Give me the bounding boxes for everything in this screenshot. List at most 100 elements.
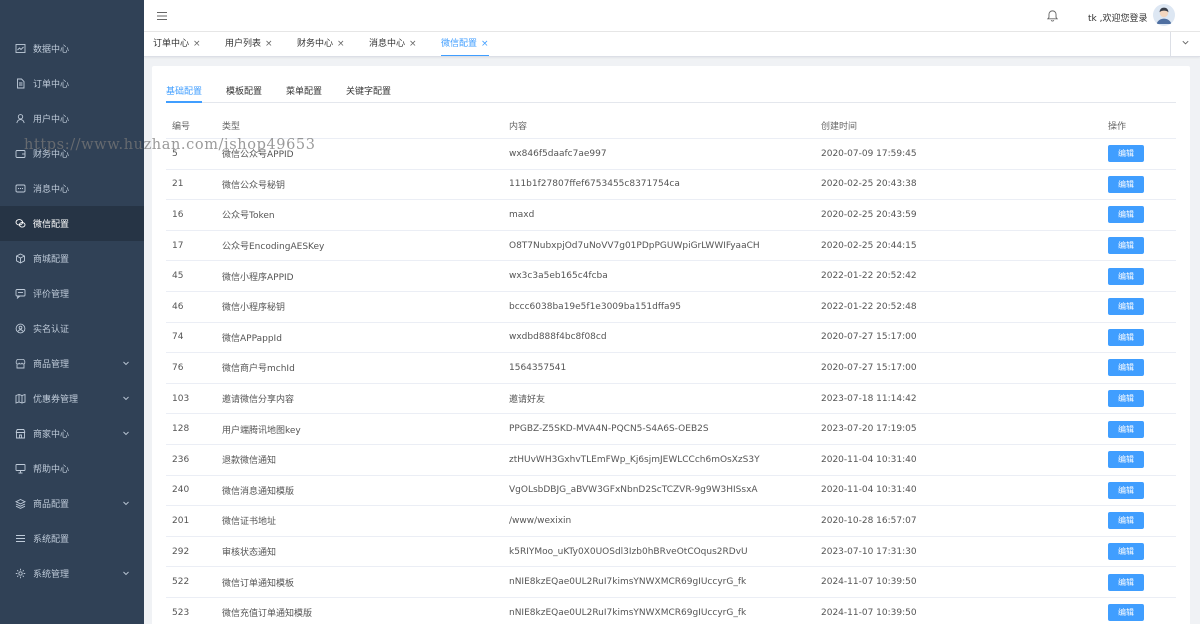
table-row: 16 公众号Token maxd 2020-02-25 20:43:59 编辑	[166, 200, 1176, 231]
cell-created: 2023-07-20 17:19:05	[821, 424, 917, 435]
table-row: 21 微信公众号秘钥 111b1f27807ffef6753455c8371754c…	[166, 170, 1176, 201]
sidebar-item-9[interactable]: 商品管理	[0, 346, 144, 381]
cell-content: 111b1f27807ffef6753455c8371754ca	[509, 179, 680, 190]
subtab-0[interactable]: 基础配置	[166, 84, 203, 103]
chevron-down-icon	[122, 569, 130, 577]
cell-created: 2020-07-09 17:59:45	[821, 148, 917, 159]
tabs-more-dropdown[interactable]	[1170, 32, 1200, 56]
chevron-down-icon	[122, 359, 130, 367]
sidebar-item-label: 实名认证	[33, 325, 70, 335]
edit-button[interactable]: 编辑	[1108, 206, 1144, 224]
sidebar-item-4[interactable]: 消息中心	[0, 171, 144, 206]
cell-created: 2020-02-25 20:43:38	[821, 179, 917, 190]
edit-button[interactable]: 编辑	[1108, 481, 1144, 499]
sidebar-item-13[interactable]: 商品配置	[0, 486, 144, 521]
sidebar-item-label: 优惠券管理	[33, 395, 79, 405]
cell-content: /www/wexixin	[509, 515, 572, 526]
cell-id: 103	[172, 393, 190, 404]
comment-icon	[15, 288, 26, 299]
cell-actions: 编辑	[1108, 261, 1144, 291]
store-icon	[15, 358, 26, 369]
sidebar-item-15[interactable]: 系统管理	[0, 556, 144, 591]
edit-button[interactable]: 编辑	[1108, 390, 1144, 408]
cell-content: ztHUvWH3GxhvTLEmFWp_Kj6sjmJEWLCCch6mOsXz…	[509, 454, 760, 465]
sidebar-item-10[interactable]: 优惠券管理	[0, 381, 144, 416]
table-row: 74 微信APPappId wxdbd888f4bc8f08cd 2020-07-27…	[166, 323, 1176, 354]
cell-content: wxdbd888f4bc8f08cd	[509, 332, 607, 343]
cell-content: k5RIYMoo_uKTy0X0UOSdl3Izb0hBRveOtCOqus2R…	[509, 546, 748, 557]
sidebar-item-0[interactable]: 数据中心	[0, 31, 144, 66]
edit-button[interactable]: 编辑	[1108, 543, 1144, 561]
cell-content: wx846f5daafc7ae997	[509, 148, 607, 159]
cell-actions: 编辑	[1108, 445, 1144, 475]
tab-3[interactable]: 消息中心 ×	[369, 32, 417, 56]
edit-button[interactable]: 编辑	[1108, 573, 1144, 591]
tab-4[interactable]: 微信配置 ×	[441, 32, 489, 56]
sidebar-item-7[interactable]: 评价管理	[0, 276, 144, 311]
edit-button[interactable]: 编辑	[1108, 328, 1144, 346]
sidebar-item-label: 商品配置	[33, 500, 70, 510]
cell-content: 1564357541	[509, 362, 567, 373]
tab-label: 用户列表	[225, 39, 262, 49]
edit-button[interactable]: 编辑	[1108, 512, 1144, 530]
cell-id: 74	[172, 332, 184, 343]
cell-created: 2024-11-07 10:39:50	[821, 607, 917, 618]
table-row: 103 邀请微信分享内容 邀请好友 2023-07-18 11:14:42 编辑	[166, 384, 1176, 415]
cell-actions: 编辑	[1108, 567, 1144, 597]
edit-button[interactable]: 编辑	[1108, 359, 1144, 377]
sidebar-item-8[interactable]: 实名认证	[0, 311, 144, 346]
cell-id: 45	[172, 271, 184, 282]
close-icon[interactable]: ×	[337, 39, 345, 49]
close-icon[interactable]: ×	[409, 39, 417, 49]
table-header-row: 编号 类型 内容 创建时间 操作	[166, 112, 1176, 139]
bell-notification-icon[interactable]	[1046, 9, 1059, 23]
edit-button[interactable]: 编辑	[1108, 175, 1144, 193]
sidebar-item-label: 消息中心	[33, 185, 70, 195]
sidebar-item-2[interactable]: 用户中心	[0, 101, 144, 136]
edit-button[interactable]: 编辑	[1108, 604, 1144, 622]
close-icon[interactable]: ×	[265, 39, 273, 49]
tab-2[interactable]: 财务中心 ×	[297, 32, 345, 56]
subtab-1[interactable]: 模板配置	[226, 84, 262, 103]
tab-label: 订单中心	[153, 39, 190, 49]
subtab-2[interactable]: 菜单配置	[286, 84, 322, 103]
cell-id: 236	[172, 454, 190, 465]
edit-button[interactable]: 编辑	[1108, 145, 1144, 163]
sidebar-item-5[interactable]: 微信配置	[0, 206, 144, 241]
cell-type: 微信订单通知模板	[222, 578, 295, 589]
menu-lines-icon	[15, 533, 26, 544]
sidebar-item-12[interactable]: 帮助中心	[0, 451, 144, 486]
cell-content: VgOLsbDBJG_aBVW3GFxNbnD2ScTCZVR-9g9W3HIS…	[509, 485, 758, 496]
edit-button[interactable]: 编辑	[1108, 451, 1144, 469]
edit-button[interactable]: 编辑	[1108, 237, 1144, 255]
close-icon[interactable]: ×	[481, 39, 489, 49]
sidebar-item-6[interactable]: 商城配置	[0, 241, 144, 276]
sidebar-item-1[interactable]: 订单中心	[0, 66, 144, 101]
tab-1[interactable]: 用户列表 ×	[225, 32, 273, 56]
table-row: 128 用户端腾讯地图key PPGBZ-Z5SKD-MVA4N-PQCN5-S4A…	[166, 414, 1176, 445]
edit-button[interactable]: 编辑	[1108, 420, 1144, 438]
edit-button[interactable]: 编辑	[1108, 298, 1144, 316]
tab-label: 微信配置	[441, 39, 478, 49]
cell-created: 2024-11-07 10:39:50	[821, 577, 917, 588]
cell-actions: 编辑	[1108, 292, 1144, 322]
subtab-3[interactable]: 关键字配置	[346, 84, 391, 103]
close-icon[interactable]: ×	[193, 39, 201, 49]
cell-content: nNIE8kzEQae0UL2RuI7kimsYNWXMCR69gIUccyrG…	[509, 577, 747, 588]
sidebar-item-11[interactable]: 商家中心	[0, 416, 144, 451]
cell-actions: 编辑	[1108, 323, 1144, 353]
sidebar-item-14[interactable]: 系统配置	[0, 521, 144, 556]
cell-actions: 编辑	[1108, 353, 1144, 383]
sidebar-item-label: 数据中心	[33, 45, 70, 55]
sidebar-item-label: 评价管理	[33, 290, 70, 300]
cell-actions: 编辑	[1108, 476, 1144, 506]
tab-0[interactable]: 订单中心 ×	[153, 32, 201, 56]
cell-id: 522	[172, 577, 190, 588]
cell-type: 退款微信通知	[222, 456, 277, 467]
cell-actions: 编辑	[1108, 231, 1144, 261]
avatar[interactable]	[1153, 4, 1175, 26]
edit-button[interactable]: 编辑	[1108, 267, 1144, 285]
hamburger-menu-icon[interactable]	[156, 10, 168, 22]
sidebar: 数据中心 订单中心 用户中心 财务中心 消息中心 微信配置 商城配置 评价管理 实名认证 商品管理…	[0, 0, 144, 624]
id-badge-icon	[15, 323, 26, 334]
